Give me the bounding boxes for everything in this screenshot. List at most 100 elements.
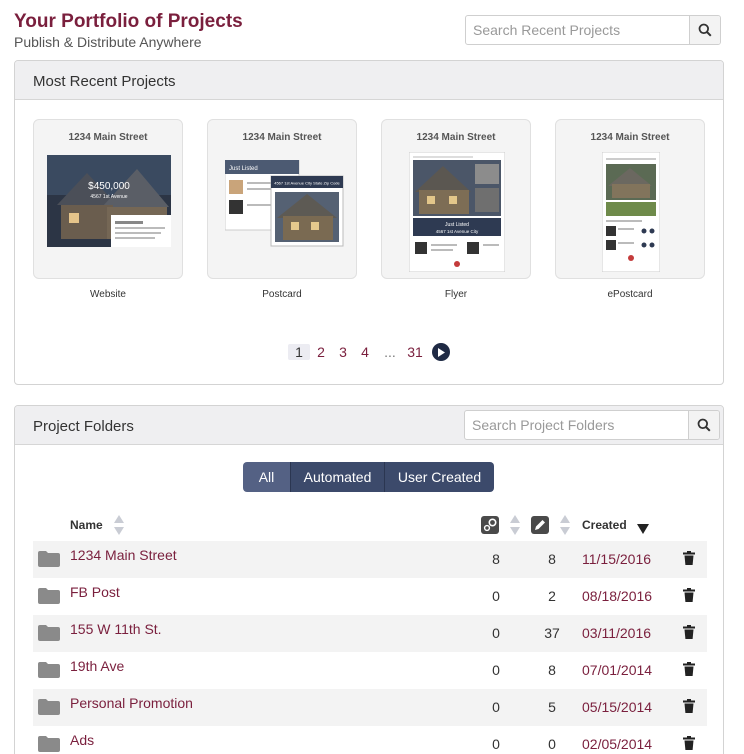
project-folders-title: Project Folders bbox=[33, 418, 134, 435]
epostcard-preview-image bbox=[602, 152, 660, 272]
automated-count: 0 bbox=[492, 699, 500, 715]
folders-table-body: 1234 Main Street 8 8 11/15/2016 FB Post … bbox=[33, 541, 707, 754]
project-thumbnail[interactable]: 1234 Main Street $450,000 4567 1st Avenu… bbox=[33, 119, 183, 279]
folder-icon bbox=[38, 736, 60, 752]
folder-icon bbox=[38, 699, 60, 715]
page-title: Your Portfolio of Projects bbox=[14, 11, 243, 32]
recent-projects-search: Search Recent Projects bbox=[465, 15, 721, 45]
postcard-preview-image: Just Listed 4567 1st Avenue City State Z… bbox=[225, 160, 344, 247]
column-header-name[interactable]: Name bbox=[70, 518, 103, 532]
table-row[interactable]: 19th Ave 0 8 07/01/2014 bbox=[33, 652, 707, 689]
column-header-created[interactable]: Created bbox=[582, 518, 627, 532]
automated-count: 0 bbox=[492, 662, 500, 678]
automated-count: 0 bbox=[492, 625, 500, 641]
created-date: 05/15/2014 bbox=[582, 699, 653, 715]
filter-automated-button[interactable]: Automated bbox=[290, 462, 384, 492]
trash-icon[interactable] bbox=[683, 625, 695, 639]
folders-search-button[interactable] bbox=[688, 411, 719, 439]
folder-name-link[interactable]: 155 W 11th St. bbox=[70, 621, 162, 637]
project-thumbnail[interactable]: 1234 Main Street Just Listed 4567 1st Av… bbox=[381, 119, 531, 279]
automated-gears-icon bbox=[481, 516, 499, 534]
recent-projects-cards: 1234 Main Street $450,000 4567 1st Avenu… bbox=[33, 119, 723, 309]
project-card-postcard[interactable]: 1234 Main Street Just Listed 4567 1st Av… bbox=[207, 119, 357, 300]
sort-arrows-icon[interactable] bbox=[113, 514, 125, 536]
recent-search-button[interactable] bbox=[689, 16, 720, 44]
filter-all-button[interactable]: All bbox=[243, 462, 290, 492]
trash-icon[interactable] bbox=[683, 736, 695, 750]
project-caption: ePostcard bbox=[607, 289, 653, 300]
flyer-address: 4567 1st Avenue City bbox=[436, 229, 479, 234]
folder-name-link[interactable]: FB Post bbox=[70, 584, 120, 600]
created-date: 02/05/2014 bbox=[582, 736, 653, 752]
trash-icon[interactable] bbox=[683, 699, 695, 713]
page-link-4[interactable]: 4 bbox=[354, 344, 376, 360]
table-row[interactable]: FB Post 0 2 08/18/2016 bbox=[33, 578, 707, 615]
project-caption: Flyer bbox=[444, 289, 468, 300]
project-card-website[interactable]: 1234 Main Street $450,000 4567 1st Avenu… bbox=[33, 119, 183, 300]
folder-icon bbox=[38, 551, 60, 567]
page-link-2[interactable]: 2 bbox=[310, 344, 332, 360]
page-link-3[interactable]: 3 bbox=[332, 344, 354, 360]
project-card-epostcard[interactable]: 1234 Main Street ePostcard bbox=[555, 119, 705, 300]
user-created-count: 8 bbox=[548, 662, 556, 678]
page-link-last[interactable]: 31 bbox=[404, 344, 426, 360]
recent-projects-panel: Most Recent Projects 1234 Main Street $4… bbox=[14, 60, 724, 385]
created-date: 08/18/2016 bbox=[582, 588, 653, 604]
recent-projects-header: Most Recent Projects bbox=[15, 61, 723, 100]
user-created-count: 0 bbox=[548, 736, 556, 752]
website-preview-image: $450,000 4567 1st Avenue bbox=[47, 155, 171, 247]
trash-icon[interactable] bbox=[683, 662, 695, 676]
page-ellipsis: ... bbox=[384, 344, 396, 360]
project-caption: Postcard bbox=[262, 289, 302, 300]
project-folders-search: Search Project Folders bbox=[464, 410, 720, 440]
table-row[interactable]: 155 W 11th St. 0 37 03/11/2016 bbox=[33, 615, 707, 652]
table-row[interactable]: Personal Promotion 0 5 05/15/2014 bbox=[33, 689, 707, 726]
folder-name-link[interactable]: Personal Promotion bbox=[70, 695, 193, 711]
created-date: 03/11/2016 bbox=[582, 625, 652, 641]
postcard-address: 4567 1st Avenue City State Zip Code bbox=[274, 181, 340, 186]
play-next-icon bbox=[438, 347, 445, 357]
user-created-count: 37 bbox=[544, 625, 560, 641]
folder-name-link[interactable]: 1234 Main Street bbox=[70, 547, 177, 563]
automated-count: 8 bbox=[492, 551, 500, 567]
flyer-label: Just Listed bbox=[445, 222, 469, 228]
sort-arrows-icon[interactable] bbox=[559, 514, 571, 536]
folder-name-link[interactable]: Ads bbox=[70, 732, 94, 748]
next-page-button[interactable] bbox=[432, 343, 450, 361]
recent-projects-pagination: 1 2 3 4 ... 31 bbox=[15, 343, 723, 361]
project-caption: Website bbox=[90, 289, 126, 300]
website-street: 4567 1st Avenue bbox=[90, 194, 127, 200]
created-date: 07/01/2014 bbox=[582, 662, 653, 678]
sort-descending-icon[interactable] bbox=[637, 524, 649, 534]
page-link-1[interactable]: 1 bbox=[288, 344, 310, 360]
user-created-count: 2 bbox=[548, 588, 556, 604]
postcard-label: Just Listed bbox=[229, 166, 258, 172]
search-icon bbox=[698, 23, 712, 37]
filter-user-created-button[interactable]: User Created bbox=[384, 462, 494, 492]
project-address: 1234 Main Street bbox=[590, 132, 670, 143]
project-thumbnail[interactable]: 1234 Main Street Just Listed 4567 1st Av… bbox=[207, 119, 357, 279]
search-icon bbox=[697, 418, 711, 432]
user-created-pencil-icon bbox=[531, 516, 549, 534]
trash-icon[interactable] bbox=[683, 551, 695, 565]
table-row[interactable]: Ads 0 0 02/05/2014 bbox=[33, 726, 707, 754]
project-folders-search-input[interactable]: Search Project Folders bbox=[465, 411, 688, 439]
folders-table-header: Name Created bbox=[33, 510, 707, 540]
folder-icon bbox=[38, 662, 60, 678]
project-address: 1234 Main Street bbox=[242, 132, 322, 143]
folder-icon bbox=[38, 588, 60, 604]
page-subtitle: Publish & Distribute Anywhere bbox=[14, 34, 202, 50]
table-row[interactable]: 1234 Main Street 8 8 11/15/2016 bbox=[33, 541, 707, 578]
trash-icon[interactable] bbox=[683, 588, 695, 602]
folder-filter-toggle: All Automated User Created bbox=[243, 462, 494, 492]
project-address: 1234 Main Street bbox=[68, 132, 148, 143]
user-created-count: 5 bbox=[548, 699, 556, 715]
project-thumbnail[interactable]: 1234 Main Street bbox=[555, 119, 705, 279]
user-created-count: 8 bbox=[548, 551, 556, 567]
recent-projects-search-input[interactable]: Search Recent Projects bbox=[466, 16, 689, 44]
recent-projects-title: Most Recent Projects bbox=[33, 73, 176, 90]
folder-name-link[interactable]: 19th Ave bbox=[70, 658, 124, 674]
sort-arrows-icon[interactable] bbox=[509, 514, 521, 536]
flyer-preview-image: Just Listed 4567 1st Avenue City bbox=[409, 152, 505, 272]
project-card-flyer[interactable]: 1234 Main Street Just Listed 4567 1st Av… bbox=[381, 119, 531, 300]
